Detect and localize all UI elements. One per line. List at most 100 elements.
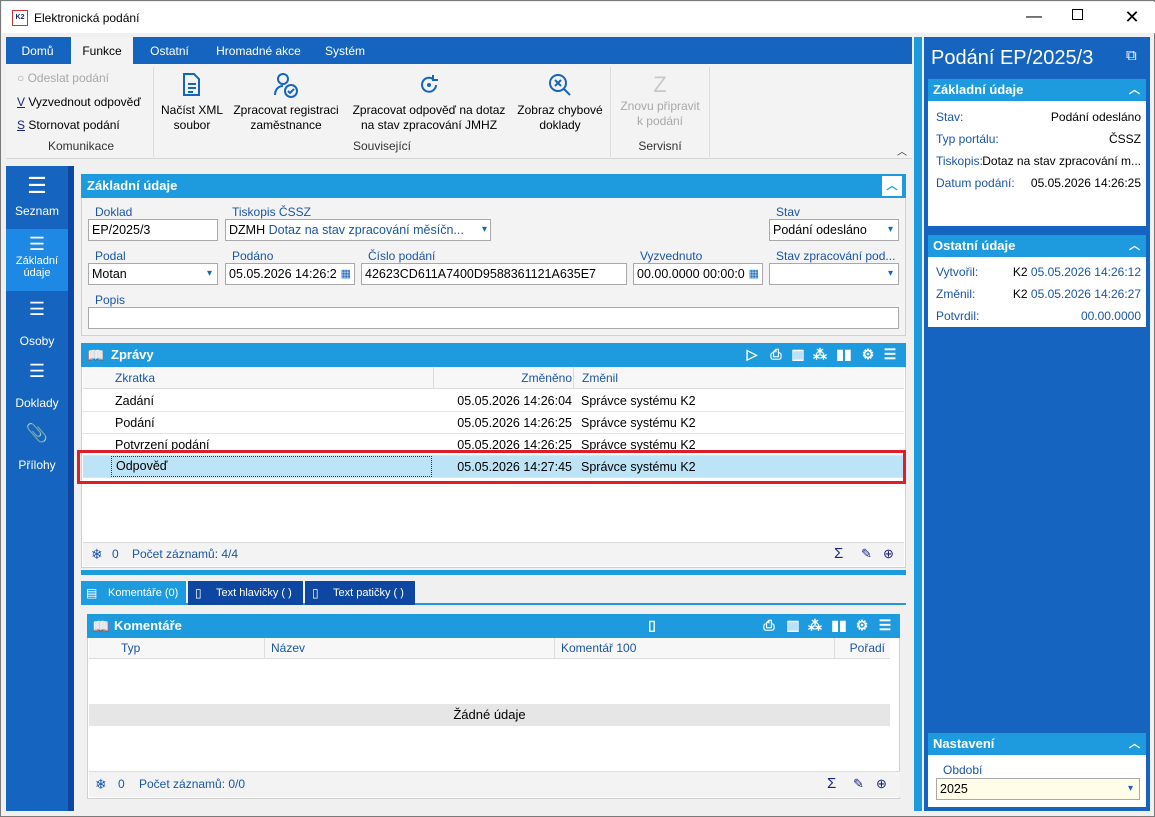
nav-osoby[interactable]: ☰ Osoby	[6, 294, 68, 354]
vertical-splitter[interactable]	[914, 37, 922, 811]
popout-icon[interactable]: ⧉	[1126, 47, 1137, 64]
calendar-icon[interactable]: ▦	[341, 264, 351, 284]
col-poradi[interactable]: Pořadí	[834, 638, 889, 659]
tab-ostatni[interactable]: Ostatní	[142, 37, 197, 64]
komentare-header: 📖 Komentáře ▯ ⎙ ▥ ⁂ ▮▮ ⚙ ☰	[87, 614, 900, 638]
tab-funkce[interactable]: Funkce	[71, 37, 133, 64]
right-potvrdil-value[interactable]: 00.00.0000	[1081, 307, 1141, 325]
col-zmenil[interactable]: Změnil	[573, 367, 618, 389]
print-icon[interactable]: ⎙	[760, 614, 778, 636]
table-row[interactable]: Zadání 05.05.2026 14:26:04 Správce systé…	[83, 390, 904, 412]
close-button[interactable]: ✕	[1120, 6, 1144, 30]
columns-icon[interactable]: ▮▮	[830, 614, 848, 636]
minimize-button[interactable]: —	[1019, 6, 1049, 30]
podal-field[interactable]: Motan ▾	[88, 263, 218, 285]
cislo-field[interactable]: 42623CD611A7400D9588361121A635E7	[361, 263, 627, 285]
col-zkratka[interactable]: Zkratka	[115, 367, 155, 389]
add-record-icon[interactable]: ⊕	[876, 772, 887, 796]
chevron-up-icon[interactable]: ︿	[1129, 235, 1140, 257]
dropdown-icon[interactable]: ▾	[888, 264, 893, 284]
right-potvrdil-label: Potvrdil:	[936, 309, 980, 323]
nav-seznam[interactable]: ☰ Seznam	[6, 174, 68, 229]
sum-icon[interactable]: Σ	[834, 543, 843, 565]
chevron-up-icon[interactable]: ︿	[1129, 733, 1140, 755]
edit-icon[interactable]: ✎	[853, 772, 864, 796]
right-tiskopis-label: Tiskopis:	[936, 154, 983, 168]
calendar-icon[interactable]: ▦	[749, 264, 759, 284]
znovu-pripravit-button[interactable]: Z Znovu připravit k podání	[613, 71, 707, 129]
dropdown-icon[interactable]: ▾	[1128, 779, 1133, 799]
stav-zpracovani-label: Stav zpracování pod...	[776, 249, 896, 263]
zobraz-chybove-doklady-button[interactable]: Zobraz chybové doklady	[513, 71, 607, 133]
right-ostatni-label: Ostatní údaje	[933, 238, 1016, 253]
zpracovat-odpoved-button[interactable]: Zpracovat odpověď na dotaz na stav zprac…	[347, 71, 511, 133]
vyzvednuto-field[interactable]: 00.00.0000 00:00:0 ▦	[633, 263, 763, 285]
nav-prilohy[interactable]: 📎 Přílohy	[6, 418, 68, 478]
stav-zpracovani-field[interactable]: ▾	[769, 263, 899, 285]
document-icon: ▯	[312, 586, 319, 600]
play-icon[interactable]: ▷	[743, 343, 761, 365]
zpracovat-registraci-button[interactable]: Zpracovat registraci zaměstnance	[229, 71, 343, 133]
col-zmeneno[interactable]: Změněno	[433, 367, 572, 389]
vyzvednout-odpoved-button[interactable]: V Vyzvednout odpověď	[17, 95, 141, 110]
add-record-icon[interactable]: ⊕	[883, 543, 894, 565]
collapse-ribbon-icon[interactable]: ︿	[897, 143, 907, 158]
nav-doklady[interactable]: ☰ Doklady	[6, 356, 68, 416]
snowflake-icon[interactable]: ❄	[91, 543, 103, 565]
print-icon[interactable]: ⎙	[767, 343, 785, 365]
col-nazev[interactable]: Název	[264, 638, 305, 659]
tab-text-hlavicky[interactable]: ▯ Text hlavičky ( )	[188, 581, 303, 605]
hierarchy-icon[interactable]: ⁂	[811, 343, 829, 365]
col-typ[interactable]: Typ	[121, 638, 140, 659]
obdobi-field[interactable]: 2025 ▾	[936, 778, 1140, 800]
menu-icon[interactable]: ☰	[876, 614, 894, 636]
vyzvednuto-value: 00.00.0000 00:00:0	[637, 267, 745, 281]
empty-message: Žádné údaje	[89, 704, 890, 726]
chevron-up-icon[interactable]: ︿	[882, 176, 902, 196]
tab-komentare[interactable]: ▤ Komentáře (0)	[81, 581, 186, 605]
group-souvisejici-label: Související	[352, 139, 412, 153]
tiskopis-field[interactable]: DZMH Dotaz na stav zpracování měsíčn... …	[225, 219, 491, 241]
stornovat-podani-button[interactable]: S Stornovat podání	[17, 118, 120, 133]
list-icon: ☰	[27, 173, 47, 198]
popis-field[interactable]	[88, 307, 899, 329]
chart-icon[interactable]: ▥	[784, 614, 802, 636]
table-row[interactable]: Podání 05.05.2026 14:26:25 Správce systé…	[83, 412, 904, 434]
menu-icon[interactable]: ☰	[881, 343, 899, 365]
right-vytvoril-date[interactable]: 05.05.2026 14:26:12	[1031, 265, 1141, 279]
tab-text-paticky[interactable]: ▯ Text patičky ( )	[305, 581, 415, 605]
edit-icon[interactable]: ✎	[861, 543, 872, 565]
right-zmenil-date[interactable]: 05.05.2026 14:26:27	[1031, 287, 1141, 301]
odeslat-podani-button[interactable]: ○ Odeslat podání	[17, 71, 109, 86]
dropdown-icon[interactable]: ▾	[482, 220, 487, 240]
stav-field[interactable]: Podání odesláno ▾	[769, 219, 899, 241]
sum-icon[interactable]: Σ	[827, 772, 836, 796]
chevron-up-icon[interactable]: ︿	[1129, 79, 1140, 101]
col-komentar[interactable]: Komentář 100	[554, 638, 636, 659]
gear-icon[interactable]: ⚙	[859, 343, 877, 365]
new-document-icon[interactable]: ▯	[643, 614, 661, 636]
dropdown-icon[interactable]: ▾	[888, 220, 893, 240]
dropdown-icon[interactable]: ▾	[207, 264, 212, 284]
komentare-header-label: Komentáře	[114, 618, 182, 633]
nav-zakladni-udaje[interactable]: ☰ Základní údaje	[6, 229, 68, 291]
znovu-label-2: k podání	[636, 114, 684, 128]
doklad-field[interactable]: EP/2025/3	[88, 219, 218, 241]
tab-domu[interactable]: Domů	[10, 37, 65, 64]
gear-icon[interactable]: ⚙	[853, 614, 871, 636]
tab-hromadne-akce[interactable]: Hromadné akce	[211, 37, 306, 64]
chart-icon[interactable]: ▥	[789, 343, 807, 365]
tab-system[interactable]: Systém	[319, 37, 371, 64]
nacist-xml-button[interactable]: Načíst XML soubor	[157, 71, 227, 133]
snowflake-icon[interactable]: ❄	[95, 772, 107, 796]
podano-field[interactable]: 05.05.2026 14:26:2 ▦	[225, 263, 355, 285]
right-stav-row: Stav: Podání odesláno	[936, 108, 1141, 126]
right-datum-label: Datum podání:	[936, 176, 1015, 190]
splitter[interactable]	[81, 570, 906, 575]
hierarchy-icon[interactable]: ⁂	[806, 614, 824, 636]
registrace-label-1: Zpracovat registraci	[233, 103, 339, 117]
maximize-button[interactable]	[1072, 9, 1083, 20]
book-icon: 📖	[92, 618, 110, 634]
columns-icon[interactable]: ▮▮	[835, 343, 853, 365]
nav-zakladni-label-1: Základní	[15, 255, 59, 267]
